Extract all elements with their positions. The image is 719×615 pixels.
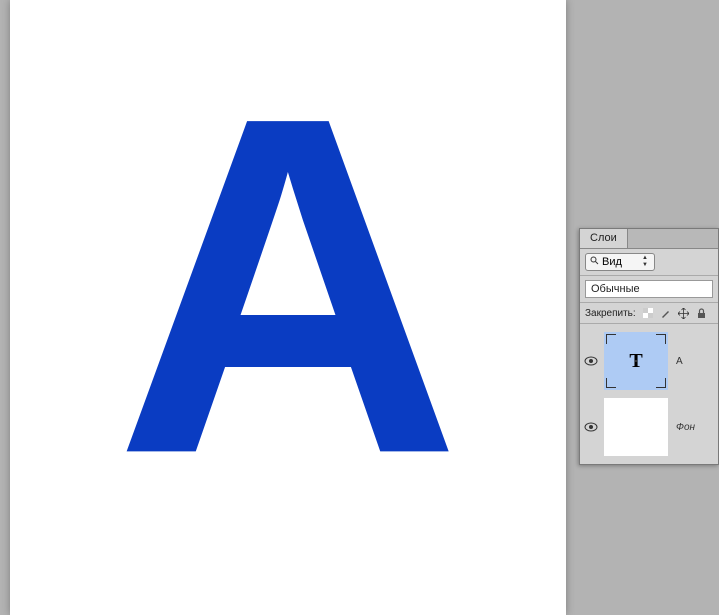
tab-layers[interactable]: Слои [580, 229, 628, 248]
layer-name-label[interactable]: Фон [670, 422, 695, 433]
view-dropdown-row: Вид ▲▼ [580, 249, 718, 276]
canvas-text-letter[interactable]: А [115, 46, 462, 526]
visibility-toggle[interactable] [580, 422, 602, 432]
lock-position-icon[interactable] [678, 307, 690, 319]
layer-kind-dropdown[interactable]: Вид ▲▼ [585, 253, 655, 271]
lock-label: Закрепить: [585, 308, 636, 319]
type-layer-icon: T [629, 350, 642, 373]
blend-mode-field[interactable]: Обычные [585, 280, 713, 298]
layer-name-label[interactable]: А [670, 356, 683, 367]
layer-thumbnail[interactable]: T [602, 330, 670, 392]
canvas-area[interactable]: А [10, 0, 566, 615]
lock-all-icon[interactable] [696, 307, 708, 319]
layers-panel: Слои Вид ▲▼ Обычные Закрепить: [579, 228, 719, 465]
search-icon [590, 256, 599, 268]
view-dropdown-label: Вид [602, 256, 622, 268]
panel-tab-bar: Слои [580, 229, 718, 249]
eye-icon [584, 422, 598, 432]
dropdown-stepper-icon: ▲▼ [640, 255, 650, 269]
layer-thumbnail[interactable] [602, 396, 670, 458]
visibility-toggle[interactable] [580, 356, 602, 366]
layer-item-text[interactable]: T А [580, 328, 718, 394]
layers-list: T А Фон [580, 324, 718, 464]
eye-icon [584, 356, 598, 366]
lock-transparency-icon[interactable] [642, 307, 654, 319]
blend-mode-row: Обычные [580, 276, 718, 303]
layer-item-background[interactable]: Фон [580, 394, 718, 460]
lock-brush-icon[interactable] [660, 307, 672, 319]
lock-row: Закрепить: [580, 303, 718, 324]
